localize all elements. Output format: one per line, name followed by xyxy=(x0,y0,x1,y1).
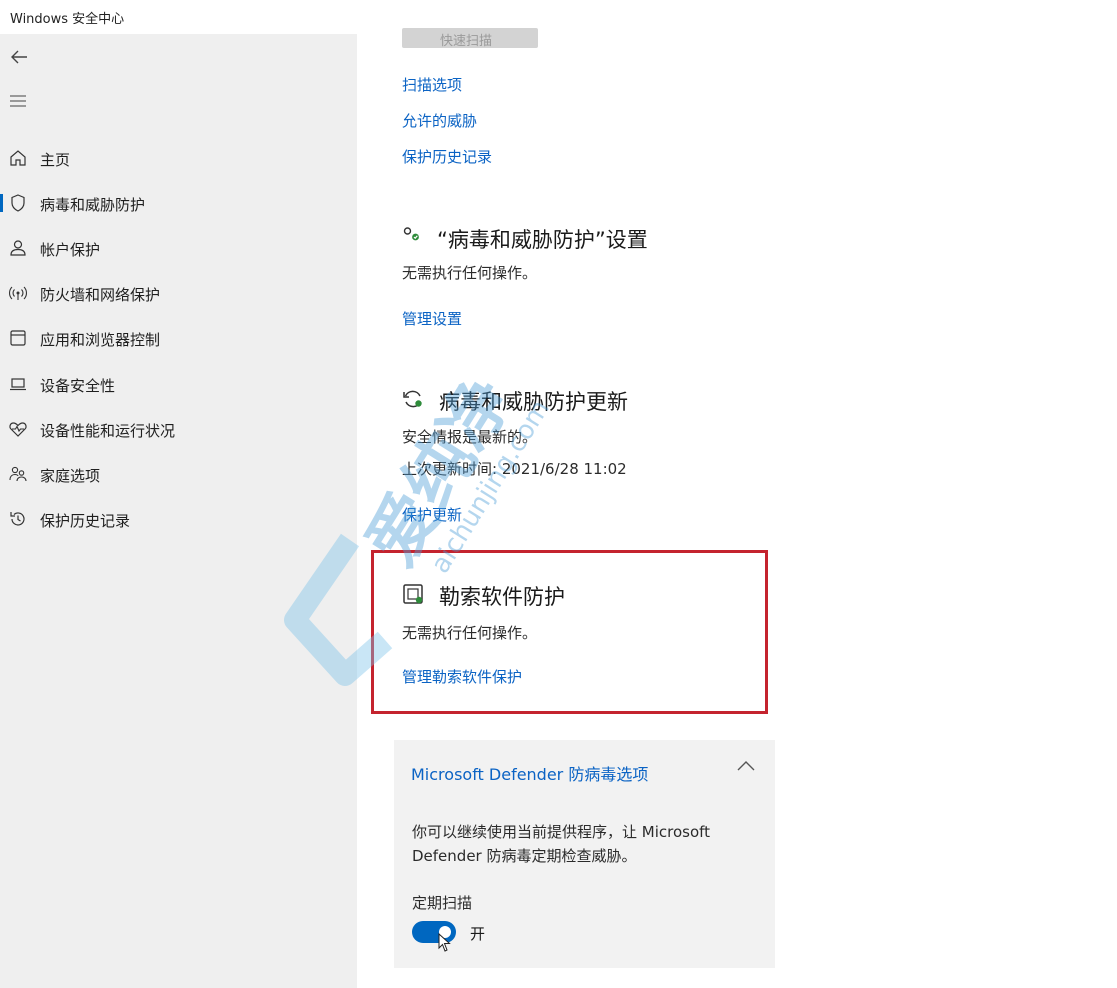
family-icon xyxy=(8,464,28,484)
periodic-scan-label: 定期扫描 xyxy=(412,894,473,912)
sidebar-item-label: 主页 xyxy=(40,151,71,169)
defender-options-card: Microsoft Defender 防病毒选项 你可以继续使用当前提供程序，让… xyxy=(394,740,775,968)
title-bar: Windows 安全中心 xyxy=(0,0,1117,34)
sidebar-item-label: 设备安全性 xyxy=(40,377,116,395)
back-arrow-icon[interactable] xyxy=(8,46,30,68)
updates-section-status: 安全情报是最新的。 xyxy=(402,428,538,446)
app-window-icon xyxy=(8,328,28,348)
history-icon xyxy=(8,509,28,529)
defender-card-description: 你可以继续使用当前提供程序，让 Microsoft Defender 防病毒定期… xyxy=(412,823,711,865)
sidebar-item-label: 病毒和威胁防护 xyxy=(40,196,146,214)
protection-updates-link[interactable]: 保护更新 xyxy=(402,504,462,525)
sidebar: 主页 病毒和威胁防护 帐户保护 防火墙和网络保护 应用和浏览器控制 设备安全性 xyxy=(0,34,357,988)
protection-history-link[interactable]: 保护历史记录 xyxy=(402,146,492,167)
selection-indicator xyxy=(0,194,3,212)
last-update-time: 上次更新时间: 2021/6/28 11:02 xyxy=(402,460,627,478)
settings-section-status: 无需执行任何操作。 xyxy=(402,264,538,282)
highlight-box xyxy=(371,550,768,714)
mouse-cursor-icon xyxy=(438,932,452,953)
refresh-icon xyxy=(401,387,425,411)
sidebar-item-device-health[interactable]: 设备性能和运行状况 xyxy=(0,408,357,448)
chevron-up-icon[interactable] xyxy=(735,758,757,774)
sidebar-item-label: 家庭选项 xyxy=(40,467,101,485)
wifi-signal-icon xyxy=(8,283,28,303)
person-icon xyxy=(8,238,28,258)
sidebar-item-virus-protection[interactable]: 病毒和威胁防护 xyxy=(0,182,357,222)
defender-card-title[interactable]: Microsoft Defender 防病毒选项 xyxy=(411,761,648,785)
home-icon xyxy=(8,148,28,168)
settings-gear-icon xyxy=(401,224,425,248)
sidebar-item-label: 防火墙和网络保护 xyxy=(40,286,161,304)
sidebar-item-account[interactable]: 帐户保护 xyxy=(0,227,357,267)
sidebar-item-firewall[interactable]: 防火墙和网络保护 xyxy=(0,272,357,312)
quick-scan-button[interactable]: 快速扫描 xyxy=(402,28,538,49)
window-title: Windows 安全中心 xyxy=(10,12,125,27)
quick-scan-button-label: 快速扫描 xyxy=(440,34,493,49)
main-content: 快速扫描 扫描选项 允许的威胁 保护历史记录 “病毒和威胁防护”设置 无需执行任… xyxy=(357,28,1117,988)
sidebar-item-app-browser[interactable]: 应用和浏览器控制 xyxy=(0,317,357,357)
manage-settings-link[interactable]: 管理设置 xyxy=(402,308,462,329)
laptop-icon xyxy=(8,374,28,394)
toggle-state-label: 开 xyxy=(470,925,486,943)
sidebar-item-home[interactable]: 主页 xyxy=(0,137,357,177)
sidebar-item-label: 保护历史记录 xyxy=(40,512,131,530)
heart-pulse-icon xyxy=(8,419,28,439)
sidebar-item-device-security[interactable]: 设备安全性 xyxy=(0,363,357,403)
updates-section-title: 病毒和威胁防护更新 xyxy=(439,390,628,414)
sidebar-item-label: 应用和浏览器控制 xyxy=(40,331,161,349)
scan-options-link[interactable]: 扫描选项 xyxy=(402,74,462,95)
settings-section-title: “病毒和威胁防护”设置 xyxy=(437,228,648,252)
hamburger-menu-icon[interactable] xyxy=(8,92,28,110)
sidebar-item-label: 帐户保护 xyxy=(40,241,101,259)
shield-icon xyxy=(8,193,28,213)
sidebar-item-history[interactable]: 保护历史记录 xyxy=(0,498,357,538)
allowed-threats-link[interactable]: 允许的威胁 xyxy=(402,110,477,131)
sidebar-item-label: 设备性能和运行状况 xyxy=(40,422,176,440)
sidebar-item-family[interactable]: 家庭选项 xyxy=(0,453,357,493)
